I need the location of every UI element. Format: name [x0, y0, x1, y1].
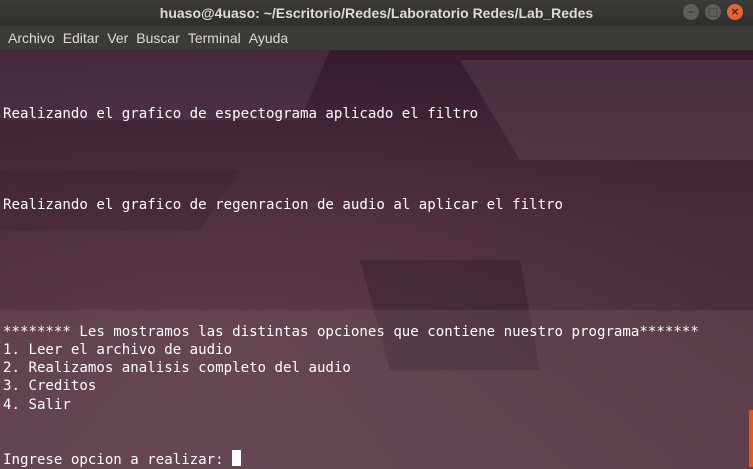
terminal-area[interactable]: Realizando el grafico de espectograma ap… [0, 50, 753, 469]
terminal-line: Realizando el grafico de regenracion de … [3, 196, 564, 213]
close-icon[interactable]: × [727, 4, 743, 20]
window-controls: – □ × [683, 4, 743, 20]
terminal-window: huaso@4uaso: ~/Escritorio/Redes/Laborato… [0, 0, 753, 469]
window-title: huaso@4uaso: ~/Escritorio/Redes/Laborato… [159, 5, 594, 21]
terminal-output: Realizando el grafico de espectograma ap… [3, 50, 699, 469]
terminal-line: 1. Leer el archivo de audio [3, 342, 233, 358]
menu-bar: Archivo Editar Ver Buscar Terminal Ayuda [0, 26, 753, 50]
terminal-line: 3. Creditos [3, 378, 97, 395]
terminal-line: ******** Les mostramos las distintas opc… [3, 323, 699, 340]
menu-ayuda[interactable]: Ayuda [245, 26, 292, 50]
minimize-icon[interactable]: – [683, 4, 699, 20]
terminal-line: Realizando el grafico de espectograma ap… [3, 105, 479, 122]
terminal-line: 4. Salir [3, 396, 71, 413]
prompt-text: Ingrese opcion a realizar: [3, 452, 233, 469]
terminal-line: 2. Realizamos analisis completo del audi… [3, 360, 351, 377]
maximize-icon[interactable]: □ [705, 4, 721, 20]
text-cursor [232, 450, 242, 467]
menu-terminal[interactable]: Terminal [184, 26, 245, 50]
title-bar[interactable]: huaso@4uaso: ~/Escritorio/Redes/Laborato… [0, 0, 753, 26]
menu-editar[interactable]: Editar [59, 26, 104, 50]
prompt-line[interactable]: Ingrese opcion a realizar: [3, 450, 699, 468]
menu-buscar[interactable]: Buscar [132, 26, 184, 50]
menu-ver[interactable]: Ver [103, 26, 132, 50]
scrollbar[interactable] [749, 410, 753, 467]
menu-archivo[interactable]: Archivo [4, 26, 59, 50]
